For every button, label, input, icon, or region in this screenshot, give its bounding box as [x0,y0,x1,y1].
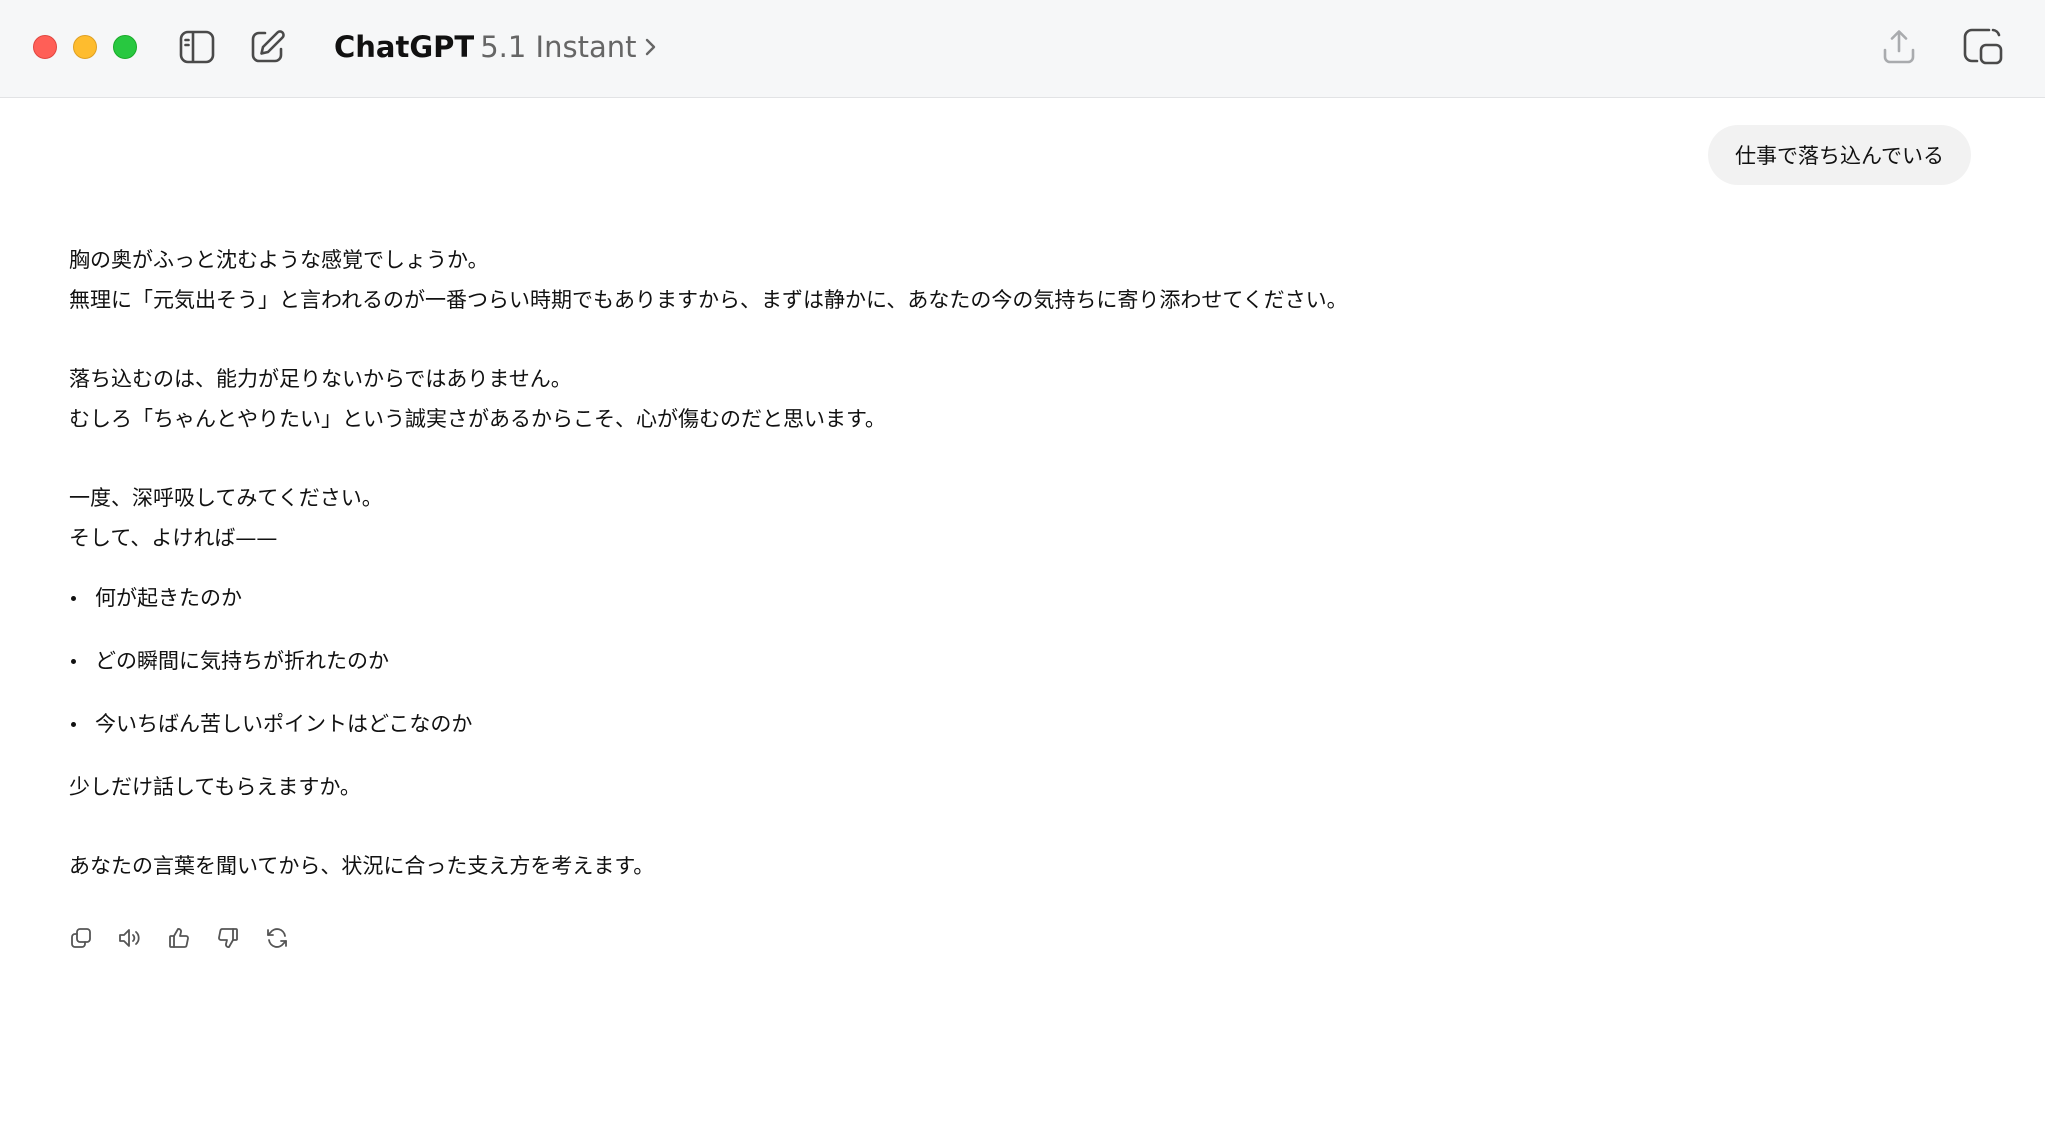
thumbs-down-button[interactable] [213,925,243,955]
assistant-paragraph: あなたの言葉を聞いてから、状況に合った支え方を考えます。 [69,854,655,878]
share-button[interactable] [1878,26,1920,68]
window-close-button[interactable] [33,35,57,59]
regenerate-icon [265,926,289,954]
thumbs-down-icon [216,926,240,954]
model-version: 5.1 Instant [480,30,637,64]
new-chat-button[interactable] [246,26,288,68]
sidebar-toggle-button[interactable] [176,26,218,68]
list-item: どの瞬間に気持ちが折れたのか [69,641,1669,681]
list-item: 今いちばん苦しいポイントはどこなのか [69,704,1669,744]
text-line: 一度、深呼吸してみてください。 [69,486,383,510]
text-line: 胸の奥がふっと沈むような感覚でしょうか。 [69,248,489,272]
popout-window-icon [1963,28,2003,66]
text-line: そして、よければ—— [69,526,278,550]
window-minimize-button[interactable] [73,35,97,59]
assistant-paragraph: 落ち込むのは、能力が足りないからではありません。 むしろ「ちゃんとやりたい」とい… [69,359,1669,439]
user-message-bubble: 仕事で落ち込んでいる [1708,125,1971,185]
model-selector[interactable]: ChatGPT 5.1 Instant [334,25,656,69]
read-aloud-button[interactable] [115,925,145,955]
title-bar: ChatGPT 5.1 Instant [0,0,2045,98]
assistant-paragraph: 少しだけ話してもらえますか。 [69,775,361,799]
copy-icon [69,926,93,954]
assistant-paragraph: 一度、深呼吸してみてください。 そして、よければ—— [69,478,1669,558]
message-actions [66,925,292,955]
app-window: ChatGPT 5.1 Instant 仕事で落ち込んでいる 胸の奥がふっと沈む… [0,0,2045,1122]
bullet-list: 何が起きたのか どの瞬間に気持ちが折れたのか 今いちばん苦しいポイントはどこなの… [69,578,1669,744]
list-item: 何が起きたのか [69,578,1669,618]
thumbs-up-button[interactable] [164,925,194,955]
sidebar-toggle-icon [179,30,215,64]
thumbs-up-icon [167,926,191,954]
chevron-right-icon [644,37,656,57]
share-icon [1882,29,1916,65]
text-line: むしろ「ちゃんとやりたい」という誠実さがあるからこそ、心が傷むのだと思います。 [69,407,886,431]
compose-icon [249,29,285,65]
popout-window-button[interactable] [1962,26,2004,68]
read-aloud-icon [117,926,143,954]
copy-button[interactable] [66,925,96,955]
app-name: ChatGPT [334,30,475,64]
assistant-paragraph: 胸の奥がふっと沈むような感覚でしょうか。 無理に「元気出そう」と言われるのが一番… [69,240,1669,320]
text-line: 無理に「元気出そう」と言われるのが一番つらい時期でもありますから、まずは静かに、… [69,288,1348,312]
assistant-message: 胸の奥がふっと沈むような感覚でしょうか。 無理に「元気出そう」と言われるのが一番… [69,240,1669,925]
text-line: 落ち込むのは、能力が足りないからではありません。 [69,367,572,391]
window-maximize-button[interactable] [113,35,137,59]
regenerate-button[interactable] [262,925,292,955]
